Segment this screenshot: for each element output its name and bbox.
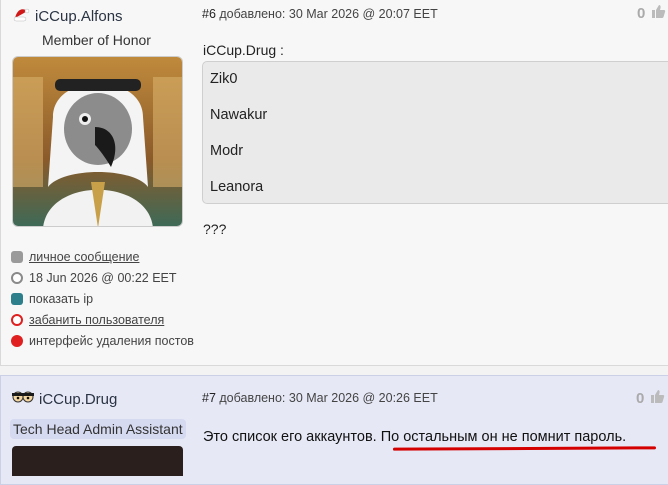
monitor-icon [11,292,23,305]
avatar [12,446,183,476]
thumbs-up-icon[interactable] [651,4,666,23]
vote-count: 0 [637,5,646,22]
private-message-link[interactable]: личное сообщение [11,246,194,267]
avatar [12,56,183,227]
clock-icon [11,271,23,284]
post-7-author[interactable]: iCCup.Drug [12,389,117,410]
post-number[interactable]: #7 [202,391,216,405]
post-meta: #7 добавлено: 30 Mar 2026 @ 20:26 EET [202,391,438,405]
post-date: добавлено: 30 Mar 2026 @ 20:07 EET [219,7,438,21]
ban-user-link[interactable]: забанить пользователя [11,309,194,330]
author-name[interactable]: iCCup.Alfons [35,8,123,25]
author-name[interactable]: iCCup.Drug [39,391,117,408]
author-rank: Member of Honor [42,32,151,48]
post-date: добавлено: 30 Mar 2026 @ 20:26 EET [219,391,438,405]
post-6-author[interactable]: iCCup.Alfons [12,5,123,28]
post-body: Это список его аккаунтов. По остальным о… [203,429,627,445]
quote-box: Zik0 Nawakur Modr Leanora [202,61,668,204]
thumbs-up-icon[interactable] [650,389,665,408]
user-actions: личное сообщение 18 Jun 2026 @ 00:22 EET… [11,246,194,351]
last-visit: 18 Jun 2026 @ 00:22 EET [11,267,194,288]
post-number[interactable]: #6 [202,7,216,21]
delete-posts-link[interactable]: интерфейс удаления постов [11,330,194,351]
show-ip-link[interactable]: показать ip [11,288,194,309]
vote-count: 0 [636,390,645,407]
author-rank: Tech Head Admin Assistant [10,419,186,439]
quote-line: Zik0 [210,71,238,87]
skull-flag-icon [12,389,34,410]
quote-line: Nawakur [210,107,268,123]
quote-line: Modr [210,143,244,159]
post-meta: #6 добавлено: 30 Mar 2026 @ 20:07 EET [202,7,438,21]
quote-author: iCCup.Drug : [203,42,284,58]
vote-box: 0 [636,389,665,408]
vote-box: 0 [637,4,666,23]
santa-hat-icon [12,5,30,28]
mail-icon [11,250,23,263]
power-icon [11,313,23,326]
delete-icon [11,334,23,347]
quote-line: Leanora [210,179,264,195]
post-body: ??? [203,221,227,237]
